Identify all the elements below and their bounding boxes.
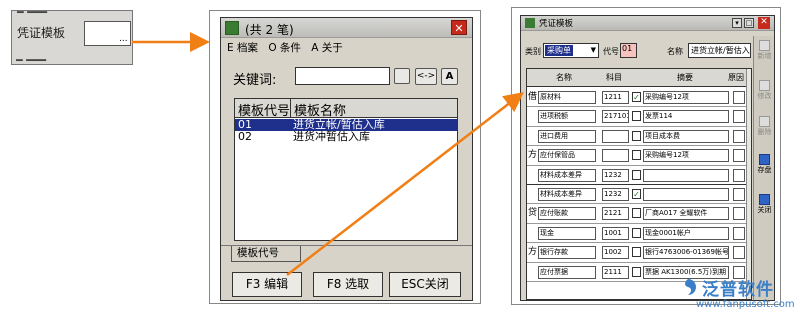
arrow-to-dialog2 xyxy=(286,91,524,276)
watermark-logo-icon xyxy=(685,279,696,295)
watermark-text: 泛普软件 xyxy=(702,280,774,300)
watermark: 泛普软件 www.fanpusoft.com xyxy=(678,275,798,315)
flow-arrows xyxy=(132,32,524,276)
watermark-url: www.fanpusoft.com xyxy=(696,299,795,310)
